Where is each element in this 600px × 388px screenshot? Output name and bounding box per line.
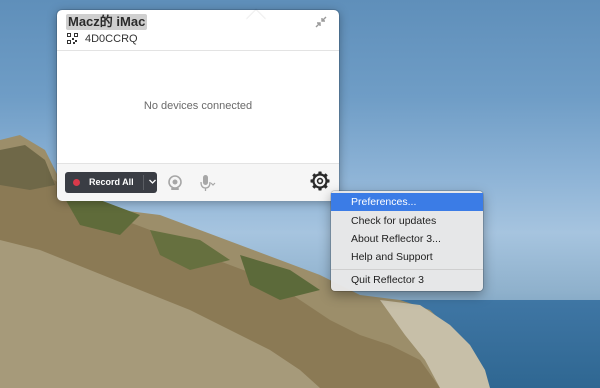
- menu-item-preferences[interactable]: Preferences...: [331, 193, 483, 211]
- record-all-label: Record All: [89, 177, 134, 187]
- menu-separator: [331, 269, 483, 270]
- menu-item-about[interactable]: About Reflector 3...: [331, 230, 483, 248]
- menu-item-check-updates[interactable]: Check for updates: [331, 212, 483, 230]
- menu-item-quit[interactable]: Quit Reflector 3: [331, 271, 483, 289]
- menu-item-label: Preferences...: [351, 196, 417, 208]
- menu-item-label: Help and Support: [351, 251, 433, 263]
- host-name: Macz的 iMac: [66, 14, 148, 30]
- menu-item-label: Quit Reflector 3: [351, 274, 424, 286]
- gear-icon[interactable]: [310, 171, 330, 191]
- menu-item-label: Check for updates: [351, 215, 437, 227]
- settings-menu: Preferences... Check for updates About R…: [331, 191, 483, 291]
- qr-code-icon[interactable]: [67, 33, 78, 44]
- collapse-arrows-icon[interactable]: [315, 16, 327, 28]
- no-devices-message: No devices connected: [143, 100, 253, 112]
- chevron-down-icon[interactable]: [148, 177, 157, 186]
- record-all-button[interactable]: Record All: [65, 172, 157, 193]
- microphone-icon[interactable]: [199, 174, 217, 192]
- panel-header: Macz的 iMac 4D0CCRQ: [57, 10, 339, 51]
- camera-icon[interactable]: [167, 175, 183, 191]
- record-dot-icon: [73, 179, 80, 186]
- connection-code: 4D0CCRQ: [85, 33, 138, 45]
- menu-item-help[interactable]: Help and Support: [331, 248, 483, 266]
- menu-item-label: About Reflector 3...: [351, 233, 441, 245]
- reflector-popover: Macz的 iMac 4D0CCRQ No devices connected …: [57, 10, 339, 201]
- record-button-divider: [143, 175, 144, 190]
- panel-footer: Record All: [57, 163, 339, 201]
